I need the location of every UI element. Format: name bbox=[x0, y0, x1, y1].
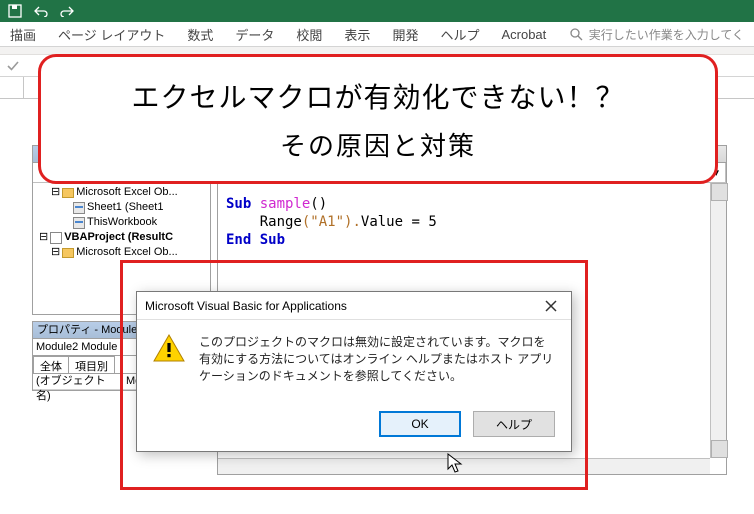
dialog-close-button[interactable] bbox=[539, 296, 563, 316]
tab-view[interactable]: 表示 bbox=[344, 25, 370, 44]
excel-titlebar bbox=[0, 0, 754, 22]
minus-icon[interactable]: ⊟ bbox=[51, 185, 60, 200]
tree-item[interactable]: ThisWorkbook bbox=[87, 215, 157, 230]
dialog-button-row: OK ヘルプ bbox=[137, 403, 571, 451]
project-tree[interactable]: ⊟ Microsoft Excel Ob... Sheet1 (Sheet1 Th… bbox=[33, 183, 210, 262]
search-placeholder: 実行したい作業を入力してく bbox=[589, 26, 744, 43]
dialog-title-text: Microsoft Visual Basic for Applications bbox=[145, 299, 347, 313]
tab-developer[interactable]: 開発 bbox=[392, 25, 418, 44]
minus-icon[interactable]: ⊟ bbox=[51, 245, 60, 260]
vba-warning-dialog: Microsoft Visual Basic for Applications … bbox=[136, 291, 572, 452]
tree-item[interactable]: Sheet1 (Sheet1 bbox=[87, 200, 163, 215]
properties-tab-category[interactable]: 項目別 bbox=[68, 356, 115, 373]
tab-acrobat[interactable]: Acrobat bbox=[501, 27, 546, 42]
save-icon[interactable] bbox=[8, 4, 22, 18]
dialog-message: このプロジェクトのマクロは無効に設定されています。マクロを有効にする方法について… bbox=[199, 334, 555, 385]
col-spacer bbox=[0, 77, 24, 98]
tell-me-search[interactable]: 実行したい作業を入力してく bbox=[570, 26, 744, 43]
scrollbar-vertical[interactable] bbox=[710, 183, 726, 458]
scrollbar-horizontal[interactable] bbox=[218, 458, 710, 474]
tab-help[interactable]: ヘルプ bbox=[440, 25, 479, 44]
tab-formulas[interactable]: 数式 bbox=[187, 25, 213, 44]
dialog-titlebar: Microsoft Visual Basic for Applications bbox=[137, 292, 571, 320]
ok-button[interactable]: OK bbox=[379, 411, 461, 437]
dialog-body: このプロジェクトのマクロは無効に設定されています。マクロを有効にする方法について… bbox=[137, 320, 571, 403]
callout-line2: その原因と対策 bbox=[280, 126, 476, 163]
tree-item[interactable]: VBAProject (ResultC bbox=[64, 230, 173, 245]
tab-review[interactable]: 校閲 bbox=[296, 25, 322, 44]
callout-line1: エクセルマクロが有効化できない！？ bbox=[131, 76, 624, 116]
warning-icon bbox=[153, 334, 185, 362]
tree-item[interactable]: Microsoft Excel Ob... bbox=[76, 185, 177, 200]
help-button[interactable]: ヘルプ bbox=[473, 411, 555, 437]
code-editor[interactable]: Sub sample() Range("A1").Value = 5 End S… bbox=[218, 183, 726, 261]
redo-icon[interactable] bbox=[60, 5, 74, 17]
workbook-icon bbox=[73, 217, 85, 229]
annotation-callout: エクセルマクロが有効化できない！？ その原因と対策 bbox=[38, 54, 718, 184]
ribbon-tabs: 描画 ページ レイアウト 数式 データ 校閲 表示 開発 ヘルプ Acrobat… bbox=[0, 22, 754, 47]
vbaproject-icon bbox=[50, 232, 62, 244]
properties-tab-all[interactable]: 全体 bbox=[33, 356, 69, 373]
folder-icon bbox=[62, 248, 74, 258]
formula-check-icon bbox=[6, 59, 20, 73]
folder-icon bbox=[62, 188, 74, 198]
undo-icon[interactable] bbox=[34, 5, 48, 17]
search-icon bbox=[570, 28, 583, 41]
tab-page-layout[interactable]: ページ レイアウト bbox=[58, 25, 165, 44]
tree-item[interactable]: Microsoft Excel Ob... bbox=[76, 245, 177, 260]
prop-name-label: (オブジェクト名) bbox=[33, 374, 123, 389]
tab-data[interactable]: データ bbox=[235, 25, 274, 44]
tab-draw[interactable]: 描画 bbox=[10, 25, 36, 44]
sheet-icon bbox=[73, 202, 85, 214]
minus-icon[interactable]: ⊟ bbox=[39, 230, 48, 245]
